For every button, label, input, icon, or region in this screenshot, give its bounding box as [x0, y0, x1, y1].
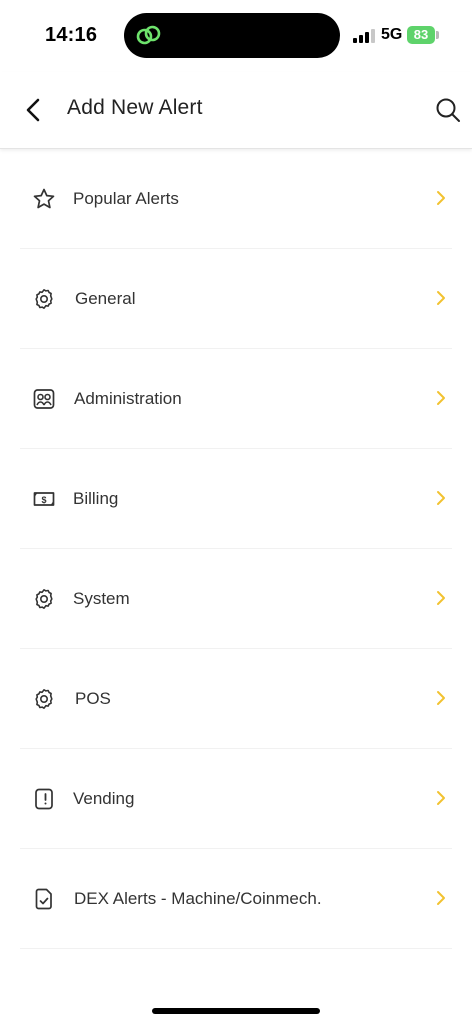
battery-icon: 83: [407, 26, 435, 44]
network-label: 5G: [381, 26, 403, 43]
chevron-right-icon: [437, 691, 445, 705]
search-icon[interactable]: [434, 96, 462, 124]
cellular-signal-icon: [353, 29, 375, 43]
menu-item-label: General: [75, 289, 136, 308]
gear-icon: [35, 289, 53, 309]
battery-tip: [436, 31, 439, 39]
vending-machine-icon: [35, 788, 53, 810]
chevron-right-icon: [437, 591, 445, 605]
app-header: Add New Alert: [0, 72, 472, 149]
menu-item-label: Billing: [73, 489, 119, 508]
menu-item-label: DEX Alerts - Machine/Coinmech.: [74, 889, 322, 908]
menu-item-general[interactable]: General: [20, 249, 452, 349]
page-title: Add New Alert: [67, 96, 203, 119]
svg-text:$: $: [41, 495, 46, 505]
alert-category-list: Popular Alerts General Administration $ …: [0, 149, 472, 949]
dynamic-island: [124, 13, 340, 58]
link-rings-icon: [136, 25, 161, 45]
chevron-right-icon: [437, 791, 445, 805]
star-icon: [33, 188, 55, 209]
menu-item-label: POS: [75, 689, 111, 708]
menu-item-label: Vending: [73, 789, 135, 808]
chevron-right-icon: [437, 291, 445, 305]
menu-item-pos[interactable]: POS: [20, 649, 452, 749]
dollar-bill-icon: $: [33, 492, 55, 506]
menu-item-dex-alerts[interactable]: DEX Alerts - Machine/Coinmech.: [20, 849, 452, 949]
status-bar: 14:16 5G 83: [0, 0, 472, 70]
gear-icon: [35, 689, 53, 709]
chevron-right-icon: [437, 491, 445, 505]
admin-users-icon: [33, 389, 55, 409]
document-check-icon: [35, 888, 52, 910]
home-indicator[interactable]: [152, 1008, 320, 1014]
chevron-right-icon: [437, 391, 445, 405]
status-time: 14:16: [45, 24, 98, 46]
menu-item-billing[interactable]: $ Billing: [20, 449, 452, 549]
menu-item-popular-alerts[interactable]: Popular Alerts: [20, 149, 452, 249]
chevron-right-icon: [437, 891, 445, 905]
menu-item-system[interactable]: System: [20, 549, 452, 649]
chevron-left-icon[interactable]: [20, 94, 48, 126]
menu-item-vending[interactable]: Vending: [20, 749, 452, 849]
chevron-right-icon: [437, 191, 445, 205]
menu-item-label: Popular Alerts: [73, 189, 179, 208]
menu-item-administration[interactable]: Administration: [20, 349, 452, 449]
menu-item-label: Administration: [74, 389, 182, 408]
menu-item-label: System: [73, 589, 130, 608]
gear-icon: [35, 589, 53, 609]
